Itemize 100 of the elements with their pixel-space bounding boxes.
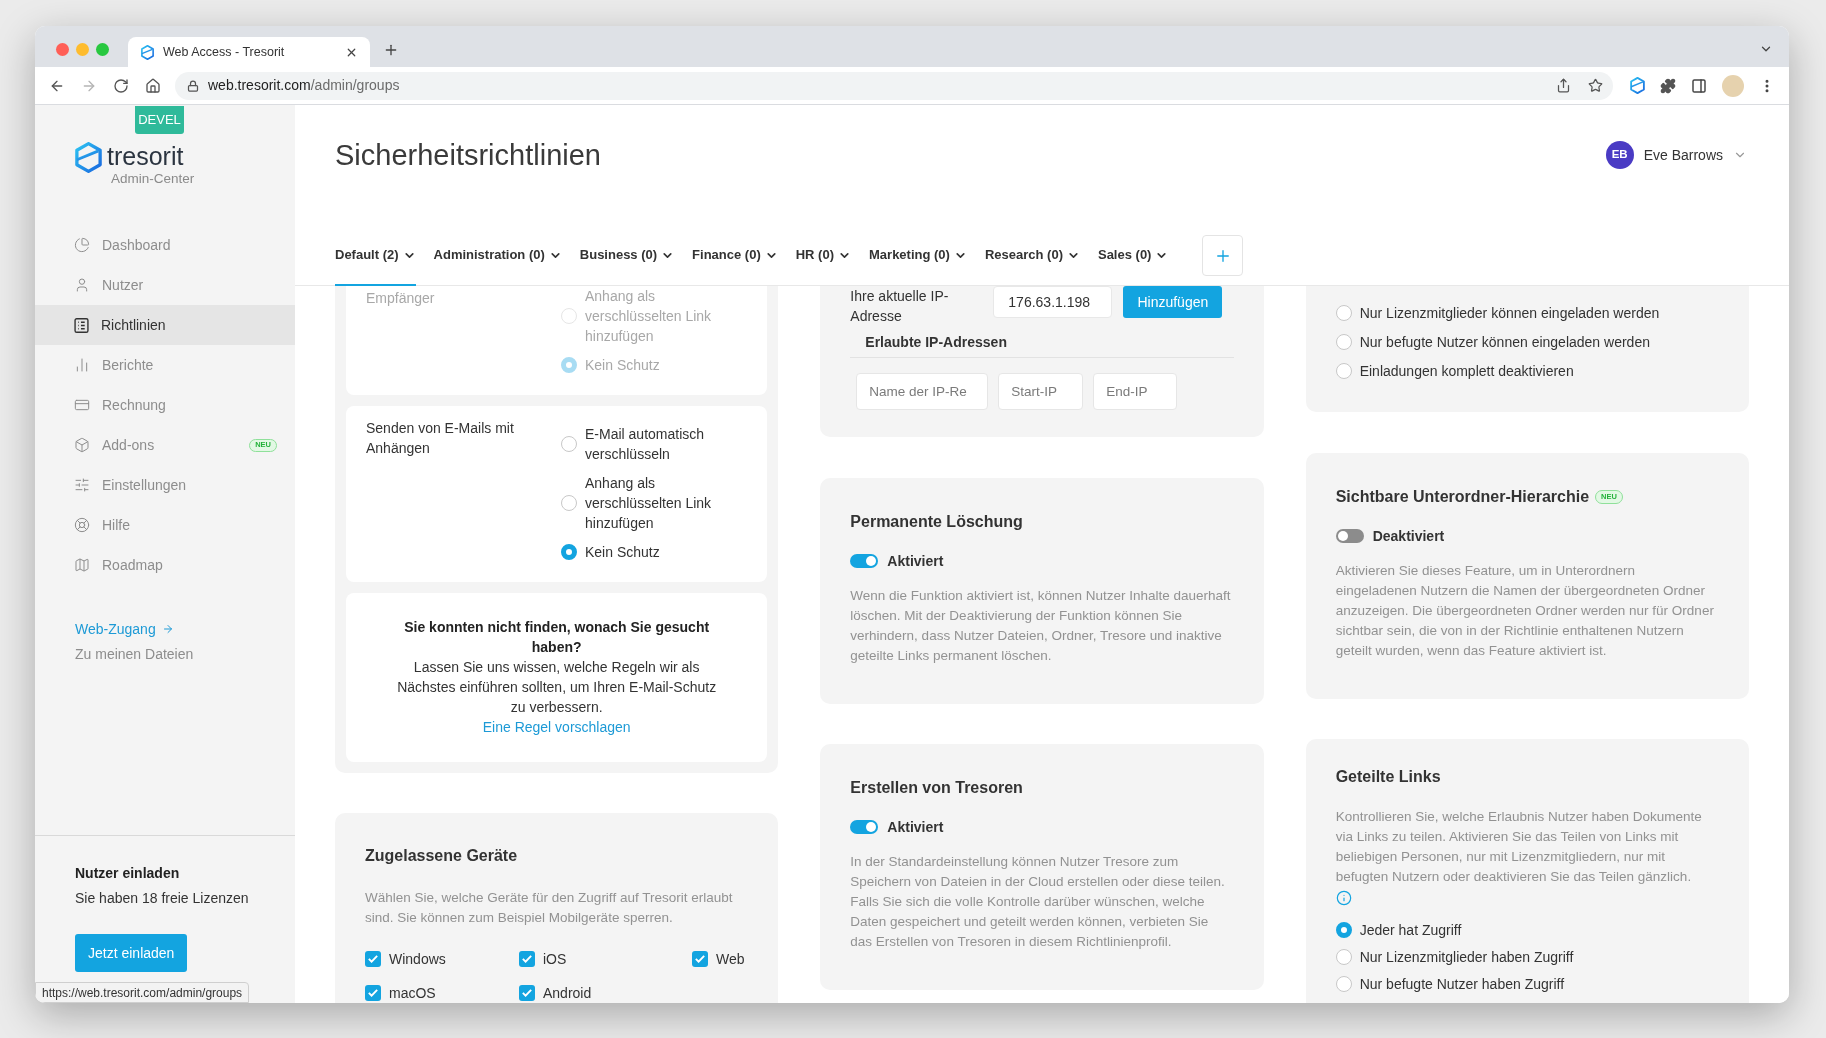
checkbox[interactable] <box>692 951 708 967</box>
zoom-window-button[interactable] <box>96 42 109 56</box>
toggle-label: Aktiviert <box>887 817 944 837</box>
checkbox-label: Web <box>716 950 745 969</box>
policy-tab[interactable]: HR (0) <box>795 235 851 286</box>
policy-tab[interactable]: Administration (0) <box>433 235 562 286</box>
toggle-label: Aktiviert <box>887 551 944 571</box>
card-description: Wählen Sie, welche Geräte für den Zugriff auf Tresorit erlaubt sind. Sie können zum Beispiel Mobilgeräte sperren. <box>365 889 734 927</box>
invite-title: Nutzer einladen <box>75 864 180 883</box>
address-bar[interactable]: web.tresorit.com/admin/groups <box>175 71 1613 100</box>
web-access-subtitle: Zu meinen Dateien <box>75 645 194 664</box>
ip-label: Ihre aktuelle IP-Adresse <box>850 287 950 326</box>
option-label: Jeder hat Zugriff <box>1359 921 1462 940</box>
user-icon <box>74 277 90 293</box>
rule-label: Senden von E-Mails mit Anhängen <box>366 419 515 458</box>
list-icon <box>74 317 89 333</box>
radio-button[interactable] <box>561 495 577 511</box>
invite-text: Sie haben 18 freie Lizenzen <box>75 889 249 908</box>
checkbox[interactable] <box>365 951 381 967</box>
logo-subtitle: Admin-Center <box>110 170 195 188</box>
radio-button[interactable] <box>1335 305 1352 321</box>
checkbox[interactable] <box>519 951 535 967</box>
lock-icon <box>187 79 199 92</box>
section-title: Erlaubte IP-Adressen <box>865 334 1007 350</box>
radio-button[interactable] <box>1335 334 1352 350</box>
profile-avatar[interactable] <box>1722 74 1744 97</box>
hexagon-favicon-icon <box>141 44 154 60</box>
toggle-switch[interactable] <box>850 554 879 568</box>
toggle-label: Deaktiviert <box>1372 526 1445 546</box>
radio-button[interactable] <box>1335 922 1352 938</box>
side-panel-icon[interactable] <box>1691 77 1707 94</box>
hexagon-extension-icon[interactable] <box>1630 77 1645 94</box>
option-label: Kein Schutz <box>585 356 661 375</box>
sidebar-item[interactable]: Richtlinien <box>35 305 295 345</box>
toggle-switch[interactable] <box>1335 529 1364 543</box>
ip-address-field[interactable]: 176.63.1.198 <box>993 286 1113 318</box>
hexagon-logo-icon <box>75 142 102 173</box>
checkmark-icon <box>522 955 532 963</box>
radio-button[interactable] <box>1335 363 1352 379</box>
arrow-right-icon <box>161 623 174 635</box>
card-title: Permanente Löschung <box>850 512 1023 532</box>
option-label: Nur befugte Nutzer haben Zugriff <box>1359 975 1565 994</box>
policy-tab[interactable]: Marketing (0) <box>869 235 967 286</box>
checkbox[interactable] <box>519 985 535 1001</box>
radio-button[interactable] <box>1335 949 1352 965</box>
home-icon[interactable] <box>145 77 161 94</box>
radio-button[interactable] <box>561 544 577 560</box>
card-description: Wenn die Funktion aktiviert ist, können Nutzer Inhalte dauerhaft löschen. Mit der Deaktivierung der Funktion können Sie verhindern, dass Nutzer Dateien, Ordner, Tresore und inaktive geteilte Links permanent löschen. <box>850 587 1232 665</box>
checkmark-icon <box>695 955 705 963</box>
suggestion-heading: Sie konnten nicht finden, wonach Sie gesucht haben? <box>403 618 711 657</box>
reload-icon[interactable] <box>113 77 129 94</box>
environment-badge: DEVEL <box>135 106 184 134</box>
radio-button[interactable] <box>1335 976 1352 992</box>
map-icon <box>74 557 90 573</box>
cube-icon <box>74 437 90 453</box>
rule-label: Empfänger <box>366 289 436 308</box>
browser-tab[interactable]: Web Access - Tresorit <box>128 37 370 67</box>
checkmark-icon <box>368 955 378 963</box>
page-title: Sicherheitsrichtlinien <box>335 138 601 173</box>
checkbox-label: Windows <box>389 950 446 969</box>
info-icon[interactable] <box>1335 890 1352 906</box>
credit-card-icon <box>74 397 90 413</box>
end-ip-field[interactable]: End-IP <box>1093 373 1178 410</box>
radio-button[interactable] <box>561 436 577 452</box>
option-label: Kein Schutz <box>585 543 661 562</box>
checkbox-label: Android <box>543 984 592 1003</box>
checkbox[interactable] <box>365 985 381 1001</box>
ip-range-name-field[interactable]: Name der IP-Re <box>856 373 989 410</box>
lifebuoy-icon <box>74 517 90 533</box>
policy-tab[interactable]: Finance (0) <box>692 235 778 286</box>
option-label: Anhang als verschlüsselten Link hinzufügen <box>585 287 713 346</box>
bar-chart-icon <box>74 357 90 373</box>
card-description: Kontrollieren Sie, welche Erlaubnis Nutzer haben Dokumente via Links zu teilen. Aktivieren Sie das Teilen von Links mit beliebigen Personen, nur mit Lizenzmitgliedern, nur mit befugten Nutzern oder deaktivieren Sie das Teilen gänzlich. <box>1335 808 1703 886</box>
suggestion-text: Lassen Sie uns wissen, welche Regeln wir als Nächstes einführen sollten, um Ihren E-Mail-Schutz zu verbessern. <box>396 658 718 717</box>
user-name[interactable]: Eve Barrows <box>1643 144 1723 166</box>
toggle-switch[interactable] <box>850 820 879 834</box>
policy-tab[interactable]: Business (0) <box>579 235 675 286</box>
star-icon[interactable] <box>1588 78 1603 93</box>
logo-text: tresorit <box>107 142 184 170</box>
close-window-button[interactable] <box>56 42 69 56</box>
checkbox-label: macOS <box>389 984 436 1003</box>
add-policy-button[interactable] <box>1202 235 1244 276</box>
puzzle-icon[interactable] <box>1660 77 1676 94</box>
checkbox-label: iOS <box>543 950 567 969</box>
share-icon[interactable] <box>1556 78 1571 93</box>
option-label: Anhang als verschlüsselten Link hinzufügen <box>585 474 713 533</box>
option-label: Einladungen komplett deaktivieren <box>1359 362 1574 381</box>
card-description: Aktivieren Sie dieses Feature, um in Unterordnern eingeladenen Nutzern die Namen der übergeordneten Ordner anzuzeigen. Die übergeordneten Ordner werden nur für Ordner sichtbar sein, die von in der Richtlinie enthaltenen Nutzern geteilt wurden, wenn das Feature aktiviert ist. <box>1335 562 1715 660</box>
policy-tab[interactable]: Sales (0) <box>1097 235 1169 286</box>
card-title: Geteilte Links <box>1335 767 1441 787</box>
option-label: Nur Lizenzmitglieder haben Zugriff <box>1359 948 1574 967</box>
policy-tab[interactable]: Research (0) <box>984 235 1080 286</box>
checkmark-icon <box>522 989 532 997</box>
option-label: Nur befugte Nutzer können eingeladen werden <box>1359 333 1650 352</box>
start-ip-field[interactable]: Start-IP <box>998 373 1084 410</box>
new-tab-icon[interactable] <box>383 42 399 58</box>
status-url-tooltip: https://web.tresorit.com/admin/groups <box>35 982 250 1003</box>
card-description: In der Standardeinstellung können Nutzer Tresore zum Speichern von Dateien in der Cloud erstellen oder diese teilen. Falls Sie sich die volle Kontrolle darüber wünschen, welche Daten gespeichert und geteilt werden können, verbieten Sie das Erstellen von Tresoren in diesem Richtlinienprofil. <box>850 853 1226 951</box>
checkmark-icon <box>368 989 378 997</box>
user-avatar: EB <box>1605 141 1634 169</box>
